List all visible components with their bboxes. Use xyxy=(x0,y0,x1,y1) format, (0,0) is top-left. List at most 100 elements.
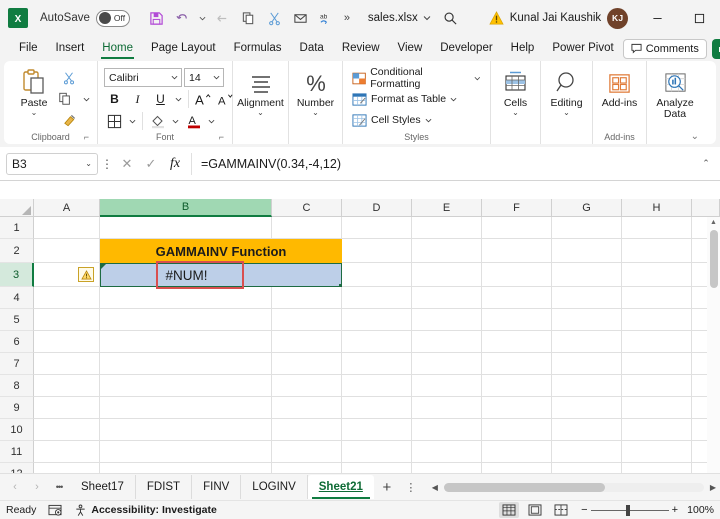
cell-b1[interactable] xyxy=(100,217,272,239)
cell-f12[interactable] xyxy=(482,463,552,473)
tab-power-pivot[interactable]: Power Pivot xyxy=(543,36,622,61)
cell-e6[interactable] xyxy=(412,331,482,353)
name-box-chevron-down-icon[interactable]: ⌄ xyxy=(85,159,92,168)
cell-g5[interactable] xyxy=(552,309,622,331)
cell-h4[interactable] xyxy=(622,287,692,309)
more-commands-icon[interactable]: » xyxy=(340,5,354,31)
font-size-combobox[interactable]: 14 xyxy=(184,68,224,87)
cell-a8[interactable] xyxy=(34,375,100,397)
column-header-b[interactable]: B xyxy=(100,199,272,217)
tab-developer[interactable]: Developer xyxy=(431,36,501,61)
alignment-chevron-down-icon[interactable]: ⌄ xyxy=(257,109,264,117)
cell-h8[interactable] xyxy=(622,375,692,397)
name-box[interactable]: B3 ⌄ xyxy=(6,152,98,175)
format-painter-button[interactable] xyxy=(58,110,80,130)
cell-a11[interactable] xyxy=(34,441,100,463)
editing-button[interactable]: Editing ⌄ xyxy=(547,65,586,117)
cell-h6[interactable] xyxy=(622,331,692,353)
zoom-level-label[interactable]: 100% xyxy=(684,504,714,516)
cell-g10[interactable] xyxy=(552,419,622,441)
cell-a4[interactable] xyxy=(34,287,100,309)
record-macro-icon[interactable] xyxy=(48,504,62,517)
cell-b3[interactable]: #NUM! xyxy=(100,263,272,287)
cell-h11[interactable] xyxy=(622,441,692,463)
tab-data[interactable]: Data xyxy=(291,36,333,61)
autosave-toggle[interactable]: Off xyxy=(95,9,130,27)
row-header-5[interactable]: 5 xyxy=(0,309,34,331)
fill-color-chevron-down-icon[interactable] xyxy=(170,111,181,131)
font-color-chevron-down-icon[interactable] xyxy=(206,111,217,131)
horizontal-scrollbar[interactable]: ◀ ▶ xyxy=(428,474,720,501)
cell-f5[interactable] xyxy=(482,309,552,331)
cell-g8[interactable] xyxy=(552,375,622,397)
avatar[interactable]: KJ xyxy=(607,7,629,29)
tab-view[interactable]: View xyxy=(389,36,432,61)
cell-d1[interactable] xyxy=(342,217,412,239)
save-icon[interactable] xyxy=(144,5,170,31)
expand-formula-bar-icon[interactable]: ⌃ xyxy=(696,158,716,169)
row-header-10[interactable]: 10 xyxy=(0,419,34,441)
cell-f9[interactable] xyxy=(482,397,552,419)
cell-h2[interactable] xyxy=(622,239,692,263)
cell-f3[interactable] xyxy=(482,263,552,287)
cell-c7[interactable] xyxy=(272,353,342,375)
cell-d3[interactable] xyxy=(342,263,412,287)
analyze-data-button[interactable]: Analyze Data xyxy=(653,65,697,120)
cell-b4[interactable] xyxy=(100,287,272,309)
row-header-8[interactable]: 8 xyxy=(0,375,34,397)
cells-chevron-down-icon[interactable]: ⌄ xyxy=(512,109,519,117)
add-ins-button[interactable]: Add-ins xyxy=(599,65,640,109)
undo-icon[interactable] xyxy=(170,5,196,31)
row-header-2[interactable]: 2 xyxy=(0,239,34,263)
cell-e4[interactable] xyxy=(412,287,482,309)
font-color-button[interactable]: A xyxy=(183,111,204,131)
cell-styles-button[interactable]: Cell Styles xyxy=(349,110,484,130)
cell-f8[interactable] xyxy=(482,375,552,397)
cell-e1[interactable] xyxy=(412,217,482,239)
cell-f10[interactable] xyxy=(482,419,552,441)
account-area[interactable]: Kunal Jai Kaushik KJ xyxy=(489,7,629,29)
redo-icon[interactable] xyxy=(210,5,236,31)
formula-input[interactable]: =GAMMAINV(0.34,-4,12) xyxy=(197,157,696,171)
sheet-options-button[interactable]: ⋮ xyxy=(400,475,422,499)
cell-g3[interactable] xyxy=(552,263,622,287)
cell-f11[interactable] xyxy=(482,441,552,463)
normal-view-icon[interactable] xyxy=(499,502,520,518)
cell-g6[interactable] xyxy=(552,331,622,353)
cell-c1[interactable] xyxy=(272,217,342,239)
underline-button[interactable]: U xyxy=(150,89,171,109)
cell-a3[interactable] xyxy=(34,263,100,287)
cell-b6[interactable] xyxy=(100,331,272,353)
cell-f4[interactable] xyxy=(482,287,552,309)
italic-button[interactable]: I xyxy=(127,89,148,109)
column-header-e[interactable]: E xyxy=(412,199,482,217)
cell-b5[interactable] xyxy=(100,309,272,331)
cell-c10[interactable] xyxy=(272,419,342,441)
cell-h10[interactable] xyxy=(622,419,692,441)
cell-c11[interactable] xyxy=(272,441,342,463)
sheet-tab-loginv[interactable]: LOGINV xyxy=(241,475,308,499)
cell-e7[interactable] xyxy=(412,353,482,375)
tab-review[interactable]: Review xyxy=(333,36,389,61)
select-all-button[interactable] xyxy=(0,199,34,217)
cut-icon[interactable] xyxy=(262,5,288,31)
sheet-tab-sheet17[interactable]: Sheet17 xyxy=(70,475,136,499)
zoom-slider[interactable]: − + xyxy=(581,504,678,516)
accessibility-status[interactable]: Accessibility: Investigate xyxy=(74,504,217,517)
sheet-tab-sheet21[interactable]: Sheet21 xyxy=(307,475,374,499)
cell-b8[interactable] xyxy=(100,375,272,397)
sheet-tab-fdist[interactable]: FDIST xyxy=(136,475,193,499)
cell-h1[interactable] xyxy=(622,217,692,239)
scroll-left-icon[interactable]: ◀ xyxy=(428,483,442,492)
cell-e11[interactable] xyxy=(412,441,482,463)
vertical-scrollbar-thumb[interactable] xyxy=(709,230,718,288)
horizontal-scrollbar-track[interactable] xyxy=(443,482,704,492)
cell-h7[interactable] xyxy=(622,353,692,375)
cell-e3[interactable] xyxy=(412,263,482,287)
copy-button[interactable] xyxy=(58,89,90,109)
cell-b10[interactable] xyxy=(100,419,272,441)
paste-button[interactable]: Paste ⌄ xyxy=(10,65,58,117)
row-header-9[interactable]: 9 xyxy=(0,397,34,419)
cell-g11[interactable] xyxy=(552,441,622,463)
underline-chevron-down-icon[interactable] xyxy=(173,89,184,109)
